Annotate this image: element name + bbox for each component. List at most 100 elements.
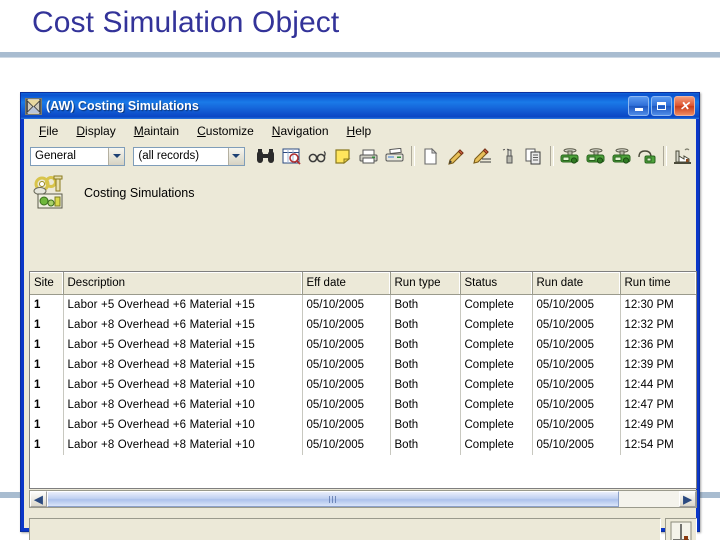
scrollbar-track[interactable] [47, 491, 679, 507]
cell-run_date[interactable]: 05/10/2005 [532, 435, 621, 455]
cell-status[interactable]: Complete [460, 415, 533, 435]
menu-display[interactable]: Display [67, 123, 124, 139]
cell-desc[interactable]: Labor +8 Overhead +8 Material +15 [63, 355, 303, 375]
cell-site[interactable]: 1 [30, 395, 64, 415]
view-glasses-icon[interactable] [304, 144, 330, 168]
cell-run_time[interactable]: 12:49 PM [620, 415, 696, 435]
run-simulation-icon[interactable] [557, 144, 583, 168]
cell-status[interactable]: Complete [460, 315, 533, 335]
cell-status[interactable]: Complete [460, 335, 533, 355]
table-row[interactable]: 1 Labor +8 Overhead +6 Material +15 05/10/… [30, 315, 696, 335]
menu-maintain[interactable]: Maintain [125, 123, 188, 139]
cell-status[interactable]: Complete [460, 375, 533, 395]
cell-site[interactable]: 1 [30, 375, 64, 395]
cell-run_time[interactable]: 12:44 PM [620, 375, 696, 395]
cell-eff_date[interactable]: 05/10/2005 [302, 435, 391, 455]
cell-desc[interactable]: Labor +5 Overhead +6 Material +15 [63, 294, 303, 315]
cell-desc[interactable]: Labor +8 Overhead +6 Material +15 [63, 315, 303, 335]
cell-run_date[interactable]: 05/10/2005 [532, 335, 621, 355]
minimize-button[interactable] [628, 96, 649, 116]
cell-desc[interactable]: Labor +5 Overhead +6 Material +10 [63, 415, 303, 435]
gauge-icon[interactable] [665, 518, 697, 540]
cell-run_time[interactable]: 12:36 PM [620, 335, 696, 355]
copy-icon[interactable] [521, 144, 547, 168]
maximize-button[interactable] [651, 96, 672, 116]
scrollbar-thumb[interactable] [47, 491, 619, 507]
column-header-run-type[interactable]: Run type [390, 272, 461, 295]
menu-help[interactable]: Help [338, 123, 381, 139]
table-row[interactable]: 1 Labor +8 Overhead +6 Material +10 05/10/… [30, 395, 696, 415]
cell-run_type[interactable]: Both [390, 415, 461, 435]
menu-customize[interactable]: Customize [188, 123, 263, 139]
cell-run_time[interactable]: 12:30 PM [620, 294, 696, 315]
view-combo[interactable]: General [30, 146, 126, 166]
chevron-down-icon[interactable] [227, 147, 244, 165]
cell-site[interactable]: 1 [30, 355, 64, 375]
cell-site[interactable]: 1 [30, 415, 64, 435]
simulation-results-icon[interactable] [634, 144, 660, 168]
table-row[interactable]: 1 Labor +5 Overhead +6 Material +10 05/10/… [30, 415, 696, 435]
cell-run_time[interactable]: 12:39 PM [620, 355, 696, 375]
column-header-status[interactable]: Status [460, 272, 533, 295]
cell-status[interactable]: Complete [460, 355, 533, 375]
cell-eff_date[interactable]: 05/10/2005 [302, 294, 391, 315]
table-row[interactable]: 1 Labor +8 Overhead +8 Material +10 05/10/… [30, 435, 696, 455]
note-icon[interactable] [330, 144, 356, 168]
cell-run_type[interactable]: Both [390, 355, 461, 375]
find-binoculars-icon[interactable] [253, 144, 279, 168]
cell-eff_date[interactable]: 05/10/2005 [302, 315, 391, 335]
cell-run_type[interactable]: Both [390, 395, 461, 415]
cell-site[interactable]: 1 [30, 435, 64, 455]
column-header-run-time[interactable]: Run time [620, 272, 696, 295]
cell-eff_date[interactable]: 05/10/2005 [302, 355, 391, 375]
horizontal-scrollbar[interactable]: ◀ ▶ [29, 490, 697, 508]
table-row[interactable]: 1 Labor +8 Overhead +8 Material +15 05/10/… [30, 355, 696, 375]
cell-status[interactable]: Complete [460, 294, 533, 315]
cell-run_date[interactable]: 05/10/2005 [532, 355, 621, 375]
cell-eff_date[interactable]: 05/10/2005 [302, 375, 391, 395]
query-grid-icon[interactable] [279, 144, 305, 168]
cell-run_type[interactable]: Both [390, 435, 461, 455]
menu-navigation[interactable]: Navigation [263, 123, 338, 139]
cell-run_date[interactable]: 05/10/2005 [532, 315, 621, 335]
edit-pencil-icon[interactable] [443, 144, 469, 168]
cell-run_type[interactable]: Both [390, 375, 461, 395]
cell-run_type[interactable]: Both [390, 294, 461, 315]
cell-desc[interactable]: Labor +8 Overhead +8 Material +10 [63, 435, 303, 455]
cell-eff_date[interactable]: 05/10/2005 [302, 415, 391, 435]
edit-lines-pencil-icon[interactable] [469, 144, 495, 168]
scroll-left-arrow-icon[interactable]: ◀ [30, 491, 47, 507]
cell-run_time[interactable]: 12:47 PM [620, 395, 696, 415]
column-header-site[interactable]: Site [30, 272, 64, 295]
cell-eff_date[interactable]: 05/10/2005 [302, 395, 391, 415]
cell-run_date[interactable]: 05/10/2005 [532, 375, 621, 395]
cell-desc[interactable]: Labor +8 Overhead +6 Material +10 [63, 395, 303, 415]
cell-run_date[interactable]: 05/10/2005 [532, 395, 621, 415]
cell-status[interactable]: Complete [460, 435, 533, 455]
menu-file[interactable]: File [30, 123, 67, 139]
fax-icon[interactable] [382, 144, 408, 168]
cell-run_date[interactable]: 05/10/2005 [532, 294, 621, 315]
cell-run_date[interactable]: 05/10/2005 [532, 415, 621, 435]
cell-run_time[interactable]: 12:54 PM [620, 435, 696, 455]
close-button[interactable]: ✕ [674, 96, 695, 116]
delete-trash-icon[interactable] [495, 144, 521, 168]
cell-site[interactable]: 1 [30, 294, 64, 315]
records-combo[interactable]: (all records) [133, 146, 245, 166]
cell-status[interactable]: Complete [460, 395, 533, 415]
cell-run_time[interactable]: 12:32 PM [620, 315, 696, 335]
new-document-icon[interactable] [418, 144, 444, 168]
simulations-grid[interactable]: Site Description Eff date Run type Statu… [29, 271, 697, 489]
column-header-description[interactable]: Description [63, 272, 303, 295]
table-row[interactable]: 1 Labor +5 Overhead +6 Material +15 05/10/… [30, 294, 696, 315]
cell-desc[interactable]: Labor +5 Overhead +8 Material +15 [63, 335, 303, 355]
cell-desc[interactable]: Labor +5 Overhead +8 Material +10 [63, 375, 303, 395]
cell-site[interactable]: 1 [30, 315, 64, 335]
scroll-right-arrow-icon[interactable]: ▶ [679, 491, 696, 507]
table-row[interactable]: 1 Labor +5 Overhead +8 Material +10 05/10/… [30, 375, 696, 395]
cell-run_type[interactable]: Both [390, 315, 461, 335]
cell-eff_date[interactable]: 05/10/2005 [302, 335, 391, 355]
column-header-eff-date[interactable]: Eff date [302, 272, 391, 295]
run-simulation-alt2-icon[interactable] [608, 144, 634, 168]
print-icon[interactable] [356, 144, 382, 168]
